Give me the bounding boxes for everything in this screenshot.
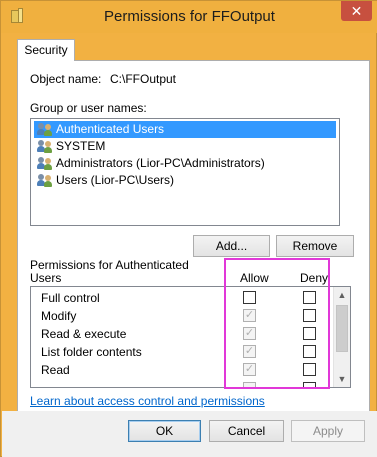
remove-button[interactable]: Remove bbox=[276, 235, 354, 257]
list-item-label: Users (Lior-PC\Users) bbox=[56, 173, 175, 187]
window-title: Permissions for FFOutput bbox=[104, 8, 275, 25]
permission-name: Modify bbox=[41, 309, 77, 323]
list-item[interactable]: Administrators (Lior-PC\Administrators) bbox=[34, 155, 336, 172]
list-item[interactable]: SYSTEM bbox=[34, 138, 336, 155]
user-group-icon bbox=[37, 156, 53, 171]
object-name-label: Object name: bbox=[30, 72, 102, 86]
permissions-dialog: Permissions for FFOutput ✕ Security Obje… bbox=[0, 0, 377, 457]
close-button[interactable]: ✕ bbox=[341, 1, 372, 21]
list-item[interactable]: Authenticated Users bbox=[34, 121, 336, 138]
highlight-annotation bbox=[224, 258, 330, 389]
list-item-label: SYSTEM bbox=[56, 139, 106, 153]
access-control-help-link[interactable]: Learn about access control and permissio… bbox=[30, 394, 265, 408]
cancel-button[interactable]: Cancel bbox=[209, 420, 284, 442]
object-name-value: C:\FFOutput bbox=[110, 72, 177, 86]
dialog-footer: OK Cancel Apply bbox=[2, 411, 377, 457]
user-group-icon bbox=[37, 173, 53, 188]
user-group-icon bbox=[37, 122, 53, 137]
permissions-label-user: Users bbox=[30, 271, 62, 285]
tab-security[interactable]: Security bbox=[17, 39, 75, 61]
scroll-up-icon[interactable]: ▲ bbox=[334, 287, 350, 303]
scroll-down-icon[interactable]: ▼ bbox=[334, 371, 350, 387]
list-item-label: Administrators (Lior-PC\Administrators) bbox=[56, 156, 265, 170]
ok-button[interactable]: OK bbox=[128, 420, 201, 442]
apply-button[interactable]: Apply bbox=[291, 420, 365, 442]
list-item[interactable]: Users (Lior-PC\Users) bbox=[34, 172, 336, 189]
list-item-label: Authenticated Users bbox=[56, 122, 165, 136]
permission-name: Read & execute bbox=[41, 327, 127, 341]
add-button[interactable]: Add... bbox=[193, 235, 270, 257]
scrollbar[interactable]: ▲ ▼ bbox=[333, 287, 350, 387]
group-user-list[interactable]: Authenticated Users SYSTEM Administrator… bbox=[30, 118, 340, 226]
permission-name: List folder contents bbox=[41, 345, 142, 359]
permissions-label: Permissions for Authenticated bbox=[30, 258, 189, 272]
scrollbar-thumb[interactable] bbox=[336, 305, 348, 352]
permission-name: Read bbox=[41, 363, 70, 377]
permission-name: Full control bbox=[41, 291, 100, 305]
title-bar[interactable]: Permissions for FFOutput ✕ bbox=[1, 1, 377, 33]
user-group-icon bbox=[37, 139, 53, 154]
group-list-label: Group or user names: bbox=[30, 101, 147, 115]
